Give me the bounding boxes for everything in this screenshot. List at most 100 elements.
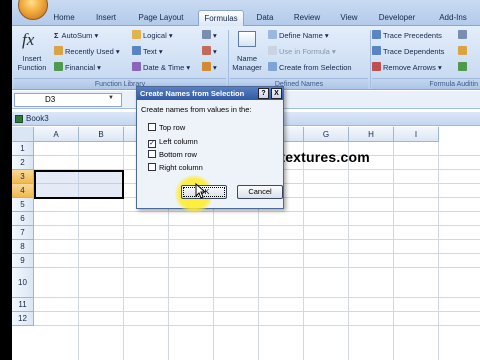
left-column-label: Left column: [159, 137, 198, 146]
autosum-label: AutoSum: [61, 31, 93, 40]
financial-button[interactable]: Financial ▾: [54, 62, 101, 74]
use-in-formula-label: Use in Formula: [279, 47, 330, 56]
row-header-2[interactable]: 2: [12, 156, 34, 170]
recently-used-button[interactable]: Recently Used ▾: [54, 46, 120, 58]
ribbon-formulas: fx Insert Function Σ AutoSum ▾ Recently U…: [12, 26, 480, 90]
row-header-12[interactable]: 12: [12, 312, 34, 326]
row-header-10[interactable]: 10: [12, 268, 34, 298]
remove-arrows-button[interactable]: Remove Arrows ▾: [372, 62, 442, 74]
error-checking-button[interactable]: [458, 46, 469, 58]
row-header-9[interactable]: 9: [12, 254, 34, 268]
gridline-horizontal: [34, 297, 480, 298]
left-column-checkbox[interactable]: ✓: [148, 140, 156, 148]
workbook-icon: [15, 115, 23, 123]
help-icon[interactable]: ?: [258, 88, 269, 99]
row-header-5[interactable]: 5: [12, 198, 34, 212]
close-icon[interactable]: X: [271, 88, 282, 99]
gridline-vertical: [393, 142, 394, 360]
show-formulas-button[interactable]: [458, 30, 469, 42]
option-right-column[interactable]: Right column: [148, 163, 203, 173]
tab-home[interactable]: Home: [48, 10, 80, 26]
gridline-horizontal: [34, 225, 480, 226]
formula-auditing-group-label: Formula Auditin: [372, 78, 480, 89]
use-in-formula-icon: [268, 46, 277, 55]
gridline-vertical: [303, 142, 304, 360]
select-all-corner[interactable]: [12, 127, 34, 142]
row-header-6[interactable]: 6: [12, 212, 34, 226]
insert-function-button[interactable]: fx Insert Function: [14, 28, 50, 76]
logical-button[interactable]: Logical ▾: [132, 30, 173, 42]
row-header-8[interactable]: 8: [12, 240, 34, 254]
office-button[interactable]: [18, 0, 48, 20]
create-from-selection-button[interactable]: Create from Selection: [268, 62, 352, 74]
error-checking-icon: [458, 46, 467, 55]
evaluate-formula-icon: [458, 62, 467, 71]
evaluate-formula-button[interactable]: [458, 62, 469, 74]
selected-range[interactable]: [34, 170, 124, 199]
name-manager-icon: [238, 31, 256, 47]
gridline-vertical: [348, 142, 349, 360]
gridline-horizontal: [34, 267, 480, 268]
option-top-row[interactable]: Top row: [148, 123, 185, 133]
insert-function-label-1: Insert: [22, 54, 42, 63]
lookup-reference-button[interactable]: ▾: [202, 30, 217, 42]
row-header-1[interactable]: 1: [12, 142, 34, 156]
insert-function-label-2: Function: [17, 63, 47, 72]
tab-view[interactable]: View: [334, 10, 364, 26]
text-label: Text: [143, 47, 157, 56]
workbook-title: Book3: [26, 114, 49, 123]
trace-precedents-button[interactable]: Trace Precedents: [372, 30, 442, 42]
row-header-7[interactable]: 7: [12, 226, 34, 240]
bottom-row-checkbox[interactable]: [148, 150, 156, 158]
text-button[interactable]: Text ▾: [132, 46, 163, 58]
name-box[interactable]: D3: [14, 93, 122, 107]
cancel-button[interactable]: Cancel: [237, 185, 283, 199]
top-row-checkbox[interactable]: [148, 123, 156, 131]
row-header-11[interactable]: 11: [12, 298, 34, 312]
row-header-3[interactable]: 3: [12, 170, 34, 184]
option-bottom-row[interactable]: Bottom row: [148, 150, 197, 160]
tab-page-layout[interactable]: Page Layout: [132, 10, 190, 26]
define-name-icon: [268, 30, 277, 39]
text-book-icon: [132, 46, 141, 55]
right-column-checkbox[interactable]: [148, 163, 156, 171]
remove-arrows-icon: [372, 62, 381, 71]
bottom-row-label: Bottom row: [159, 150, 197, 159]
create-names-dialog: Create Names from Selection ? X Create n…: [136, 86, 284, 213]
dialog-title-bar[interactable]: Create Names from Selection ? X: [137, 87, 283, 100]
define-name-button[interactable]: Define Name ▾: [268, 30, 329, 42]
ribbon-separator: [228, 30, 229, 88]
trace-precedents-icon: [372, 30, 381, 39]
dialog-title: Create Names from Selection: [140, 89, 245, 98]
tab-data[interactable]: Data: [252, 10, 278, 26]
column-header-a[interactable]: A: [34, 127, 79, 142]
gridline-horizontal: [34, 239, 480, 240]
gridline-vertical: [438, 142, 439, 360]
dialog-prompt: Create names from values in the:: [141, 105, 252, 114]
mouse-pointer-icon: [195, 183, 205, 199]
logical-label: Logical: [143, 31, 167, 40]
tab-review[interactable]: Review: [288, 10, 326, 26]
tab-formulas[interactable]: Formulas: [198, 10, 244, 26]
autosum-button[interactable]: Σ AutoSum ▾: [54, 30, 98, 42]
date-time-book-icon: [132, 62, 141, 71]
tab-developer[interactable]: Developer: [372, 10, 422, 26]
column-header-g[interactable]: G: [304, 127, 349, 142]
name-manager-button[interactable]: Name Manager: [230, 28, 264, 76]
option-left-column[interactable]: ✓ Left column: [148, 137, 198, 148]
math-trig-button[interactable]: ▾: [202, 46, 217, 58]
column-header-b[interactable]: B: [79, 127, 124, 142]
use-in-formula-button[interactable]: Use in Formula ▾: [268, 46, 336, 58]
column-header-i[interactable]: I: [394, 127, 439, 142]
more-functions-button[interactable]: ▾: [202, 62, 217, 74]
trace-dependents-button[interactable]: Trace Dependents: [372, 46, 444, 58]
tab-add-ins[interactable]: Add-Ins: [430, 10, 476, 26]
row-header-4[interactable]: 4: [12, 184, 34, 198]
name-box-dropdown-icon[interactable]: ▼: [108, 95, 114, 101]
trace-dependents-label: Trace Dependents: [383, 47, 445, 56]
fx-icon: fx: [22, 30, 35, 49]
gridline-horizontal: [34, 325, 480, 326]
tab-insert[interactable]: Insert: [88, 10, 124, 26]
date-time-button[interactable]: Date & Time ▾: [132, 62, 190, 74]
column-header-h[interactable]: H: [349, 127, 394, 142]
